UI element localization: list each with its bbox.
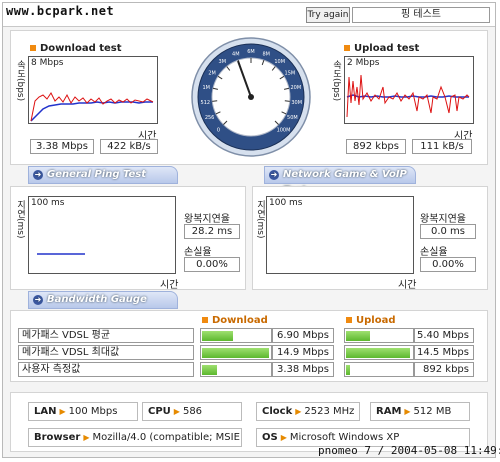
- speedometer-tick-label: 10M: [274, 59, 285, 65]
- info-browser: Browser▶Mozilla/4.0 (compatible; MSIE 6.…: [28, 428, 242, 447]
- speedometer-tick-label: 3M: [219, 59, 227, 65]
- arrow-right-icon: ▶: [173, 407, 180, 416]
- gauge-upload-fill: [346, 331, 370, 341]
- gauge-download-fill: [202, 365, 217, 375]
- footer-timestamp: pnomeo 7 / 2004-05-08 11:49:53: [318, 444, 500, 457]
- speedometer-tick-label: 100M: [277, 128, 291, 134]
- speedometer-tick-label: 15M: [285, 71, 296, 77]
- ping-right-loss-label: 손실율: [420, 247, 448, 258]
- ping-test-button[interactable]: 핑 테스트: [352, 7, 490, 23]
- gauge-download-value: 3.38 Mbps: [272, 362, 334, 377]
- download-graph: 8 Mbps: [28, 56, 158, 124]
- arrow-right-icon: ➜: [33, 295, 43, 305]
- speedometer-tick-label: 2M: [208, 71, 216, 77]
- gauge-upload-fill: [346, 365, 350, 375]
- gauge-upload-bar: [344, 345, 414, 360]
- speedometer-tick-label: 6M: [247, 49, 255, 55]
- gauge-download-fill: [202, 348, 269, 358]
- ping-left-loss-value: 0.00%: [184, 257, 240, 272]
- gauge-upload-fill: [346, 348, 410, 358]
- ping-right-graph: 100 ms: [266, 196, 414, 274]
- upload-mbps: 892 kbps: [346, 139, 406, 154]
- speedometer-tick-label: 4M: [232, 52, 240, 58]
- ping-left-graph: 100 ms: [28, 196, 176, 274]
- info-ram: RAM ▶ 512 MB: [370, 402, 470, 421]
- ping-right-latency-label: 왕복지연율: [420, 214, 466, 225]
- upload-kbs: 111 kB/s: [412, 139, 472, 154]
- ping-left-loss-label: 손실율: [184, 247, 212, 258]
- upload-ylabel: 속도(bps): [331, 60, 341, 102]
- gauge-download-fill: [202, 331, 233, 341]
- gauge-download-value: 6.90 Mbps: [272, 328, 334, 343]
- ping-left-xlabel: 시간: [160, 280, 179, 291]
- speedometer: 0 256 512 1M 2M3M 4M 6M 8M 10M15M 20M 30M 50M 100M: [191, 37, 311, 157]
- tab-general-ping-test[interactable]: ➜ General Ping Test: [28, 166, 178, 184]
- tab-bandwidth-gauge[interactable]: ➜ Bandwidth Gauge: [28, 291, 178, 309]
- try-again-button[interactable]: Try again: [306, 7, 350, 23]
- speedometer-tick-label: 8M: [262, 52, 270, 58]
- arrow-right-icon: ▶: [280, 433, 287, 442]
- ping-left-line: [37, 253, 85, 255]
- gauge-upload-value: 5.40 Mbps: [414, 328, 474, 343]
- gauge-upload-value: 14.5 Mbps: [414, 345, 474, 360]
- gauge-download-header: Download: [202, 315, 268, 326]
- download-mbps: 3.38 Mbps: [30, 139, 94, 154]
- ping-right-loss-value: 0.00%: [420, 257, 476, 272]
- gauge-row-label: 사용자 측정값: [18, 362, 194, 377]
- speedometer-tick-mark: [212, 100, 218, 102]
- arrow-right-icon: ▶: [295, 407, 302, 416]
- info-cpu: CPU ▶ 586: [142, 402, 242, 421]
- arrow-right-icon: ➜: [33, 170, 43, 180]
- gauge-download-bar: [200, 362, 272, 377]
- download-graph-lines: [30, 92, 154, 122]
- ping-left-latency-value: 28.2 ms: [184, 224, 240, 239]
- download-ylabel: 속도(bps): [15, 60, 25, 102]
- info-clock: Clock ▶ 2523 MHz: [256, 402, 360, 421]
- gauge-upload-bar: [344, 362, 414, 377]
- gauge-download-value: 14.9 Mbps: [272, 345, 334, 360]
- arrow-right-icon: ➜: [269, 170, 279, 180]
- speedometer-tick-label: 512: [201, 100, 211, 106]
- bullet-icon: [346, 317, 352, 323]
- bullet-icon: [30, 45, 36, 51]
- gauge-upload-bar: [344, 328, 414, 343]
- upload-graph: 2 Mbps: [344, 56, 474, 124]
- gauge-upload-value: 892 kbps: [414, 362, 474, 377]
- upload-graph-lines: [346, 74, 470, 118]
- gauge-upload-header: Upload: [346, 315, 395, 326]
- speedometer-tick-label: 30M: [291, 100, 302, 106]
- speedometer-tick-label: 0: [217, 128, 220, 134]
- bullet-icon: [202, 317, 208, 323]
- gauge-download-bar: [200, 328, 272, 343]
- ping-right-latency-value: 0.0 ms: [420, 224, 476, 239]
- tab-network-game-voip-test[interactable]: ➜Network Game & VoIP Test: [264, 166, 416, 196]
- ping-left-latency-label: 왕복지연율: [184, 214, 230, 225]
- speedometer-tick-label: 1M: [202, 85, 210, 91]
- gauge-row-label: 메가패스 VDSL 평균: [18, 328, 194, 343]
- bullet-icon: [344, 45, 350, 51]
- ping-left-ylabel: 지연(ms): [15, 200, 25, 239]
- speedometer-tick-mark: [284, 100, 290, 102]
- watermark: www.bcpark.net: [6, 4, 115, 18]
- ping-right-scale: 100 ms: [269, 198, 303, 208]
- upload-title: Upload test: [344, 43, 419, 54]
- speedometer-tick-label: 50M: [287, 115, 298, 121]
- arrow-right-icon: ▶: [404, 407, 411, 416]
- ping-right-xlabel: 시간: [398, 280, 417, 291]
- arrow-right-icon: ▶: [83, 433, 90, 442]
- download-title: Download test: [30, 43, 122, 54]
- gauge-row-label: 메가패스 VDSL 최대값: [18, 345, 194, 360]
- gauge-download-bar: [200, 345, 272, 360]
- download-kbs: 422 kB/s: [100, 139, 158, 154]
- speedometer-tick-label: 20M: [290, 85, 301, 91]
- speedometer-tick-label: 256: [205, 115, 215, 121]
- info-lan: LAN ▶ 100 Mbps: [28, 402, 138, 421]
- arrow-right-icon: ▶: [59, 407, 66, 416]
